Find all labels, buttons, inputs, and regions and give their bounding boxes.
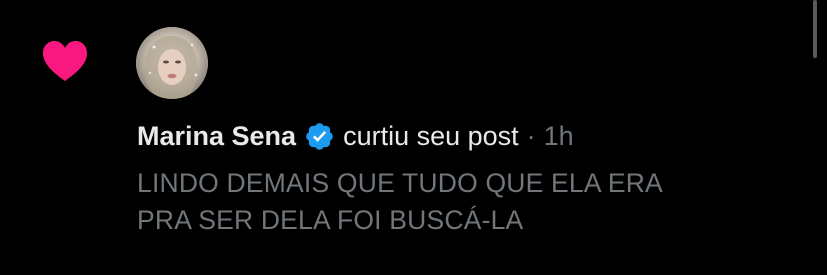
post-line: PRA SER DELA FOI BUSCÁ-LA [137,205,524,235]
user-name[interactable]: Marina Sena [137,116,296,156]
post-preview[interactable]: LINDO DEMAIS QUE TUDO QUE ELA ERA PRA SE… [137,165,797,239]
post-line: LINDO DEMAIS QUE TUDO QUE ELA ERA [137,168,663,198]
verified-badge-icon [306,122,333,150]
heart-icon [43,41,87,81]
scrollbar[interactable] [813,0,817,58]
notification-item[interactable]: Marina Sena curtiu seu post · 1h LINDO D… [0,0,827,275]
separator: · [526,121,536,151]
notification-header: Marina Sena curtiu seu post · 1h [137,116,574,156]
timestamp: 1h [543,121,574,151]
avatar[interactable] [136,27,208,99]
action-text: curtiu seu post [343,121,519,151]
